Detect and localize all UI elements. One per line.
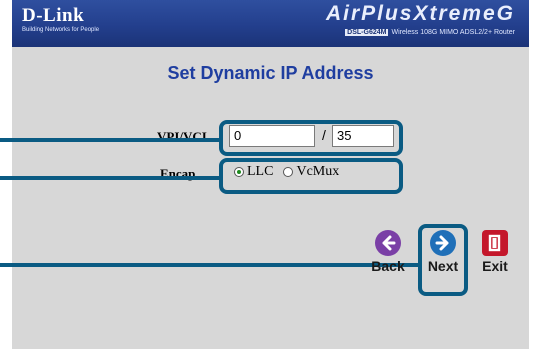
- exit-label: Exit: [482, 258, 508, 274]
- back-label: Back: [371, 258, 405, 274]
- exit-door-icon: [482, 230, 508, 256]
- encap-callout-line: [0, 176, 221, 180]
- dlink-logo: D-Link: [22, 5, 85, 26]
- back-button[interactable]: Back: [369, 230, 407, 274]
- vpi-vci-callout: [219, 120, 403, 156]
- setup-wizard-window: D-Link Building Networks for People AirP…: [0, 0, 542, 360]
- next-arrow-icon: [430, 230, 456, 256]
- next-label: Next: [427, 258, 459, 274]
- model-line: DSL-G624M Wireless 108G MIMO ADSL2/2+ Ro…: [345, 29, 515, 36]
- model-description: Wireless 108G MIMO ADSL2/2+ Router: [391, 29, 515, 36]
- logo-tagline: Building Networks for People: [22, 27, 100, 33]
- next-callout-line: [0, 263, 420, 267]
- exit-button[interactable]: Exit: [476, 230, 514, 274]
- vpi-vci-callout-line: [0, 138, 221, 142]
- model-badge: DSL-G624M: [345, 29, 389, 36]
- back-arrow-icon: [375, 230, 401, 256]
- content-panel: Set Dynamic IP Address VPI/VCI 0 / 35 En…: [12, 47, 529, 349]
- product-name: AirPlusXtremeG: [325, 2, 515, 25]
- next-button[interactable]: Next: [424, 230, 462, 274]
- page-title: Set Dynamic IP Address: [167, 63, 374, 83]
- encap-callout: [219, 158, 403, 194]
- vpi-vci-label: VPI/VCI: [157, 129, 207, 144]
- header-banner: D-Link Building Networks for People AirP…: [12, 0, 529, 47]
